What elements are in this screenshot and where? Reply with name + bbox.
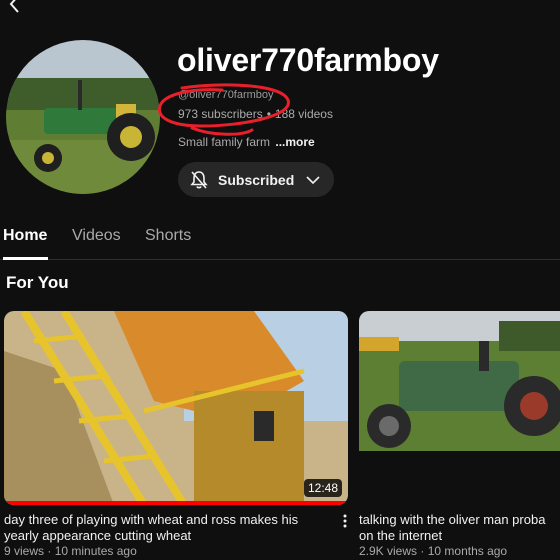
subscribed-label: Subscribed [218,171,295,188]
more-vert-icon[interactable] [340,513,350,529]
active-tab-indicator [3,257,48,260]
channel-avatar[interactable] [6,40,160,194]
video-title-line-2: yearly appearance cutting wheat [4,528,192,543]
subscriber-count: 973 subscribers [178,107,263,121]
video-title-line-1: talking with the oliver man proba [359,512,546,527]
meta-separator: · [420,544,425,558]
video-meta: 9 views · 10 minutes ago [4,544,137,558]
upload-age: 10 minutes ago [54,544,137,558]
video-title-line-1: day three of playing with wheat and ross… [4,512,299,527]
upload-age: 10 months ago [427,544,508,558]
channel-handle: @oliver770farmboy [178,89,274,101]
video-title[interactable]: day three of playing with wheat and ross… [4,512,298,544]
meta-separator: · [47,544,52,558]
more-link[interactable]: ...more [275,135,314,149]
view-count: 2.9K views [359,544,418,558]
video-meta: 2.9K views · 10 months ago [359,544,507,558]
tab-videos[interactable]: Videos [72,227,121,245]
video-title-line-2: on the internet [359,528,443,543]
video-card[interactable]: talking with the oliver man proba on the… [359,311,560,558]
chevron-left-icon[interactable] [4,0,26,16]
bell-slash-icon [190,170,208,189]
channel-name: oliver770farmboy [177,42,439,78]
description-text: Small family farm [178,135,271,149]
video-title[interactable]: talking with the oliver man proba on the… [359,512,545,544]
video-thumbnail[interactable] [359,311,560,505]
video-card[interactable]: 12:48 day three of playing with wheat an… [4,311,348,558]
video-count: 188 videos [274,107,333,121]
channel-description[interactable]: Small family farm ...more [178,135,315,149]
video-duration: 12:48 [303,479,342,497]
chevron-down-icon [306,175,320,185]
tab-home[interactable]: Home [3,227,47,245]
video-thumbnail[interactable]: 12:48 [4,311,348,505]
channel-tabs: Home Videos Shorts [0,224,560,260]
view-count: 9 views [4,544,45,558]
watch-progress-bar [4,501,348,505]
section-title: For You [6,273,69,292]
channel-stats: 973 subscribers • 188 videos [178,107,333,121]
tab-shorts[interactable]: Shorts [145,227,191,245]
stats-separator: • [266,107,271,121]
subscribed-button[interactable]: Subscribed [178,162,334,197]
channel-page: oliver770farmboy @oliver770farmboy 973 s… [0,0,560,560]
